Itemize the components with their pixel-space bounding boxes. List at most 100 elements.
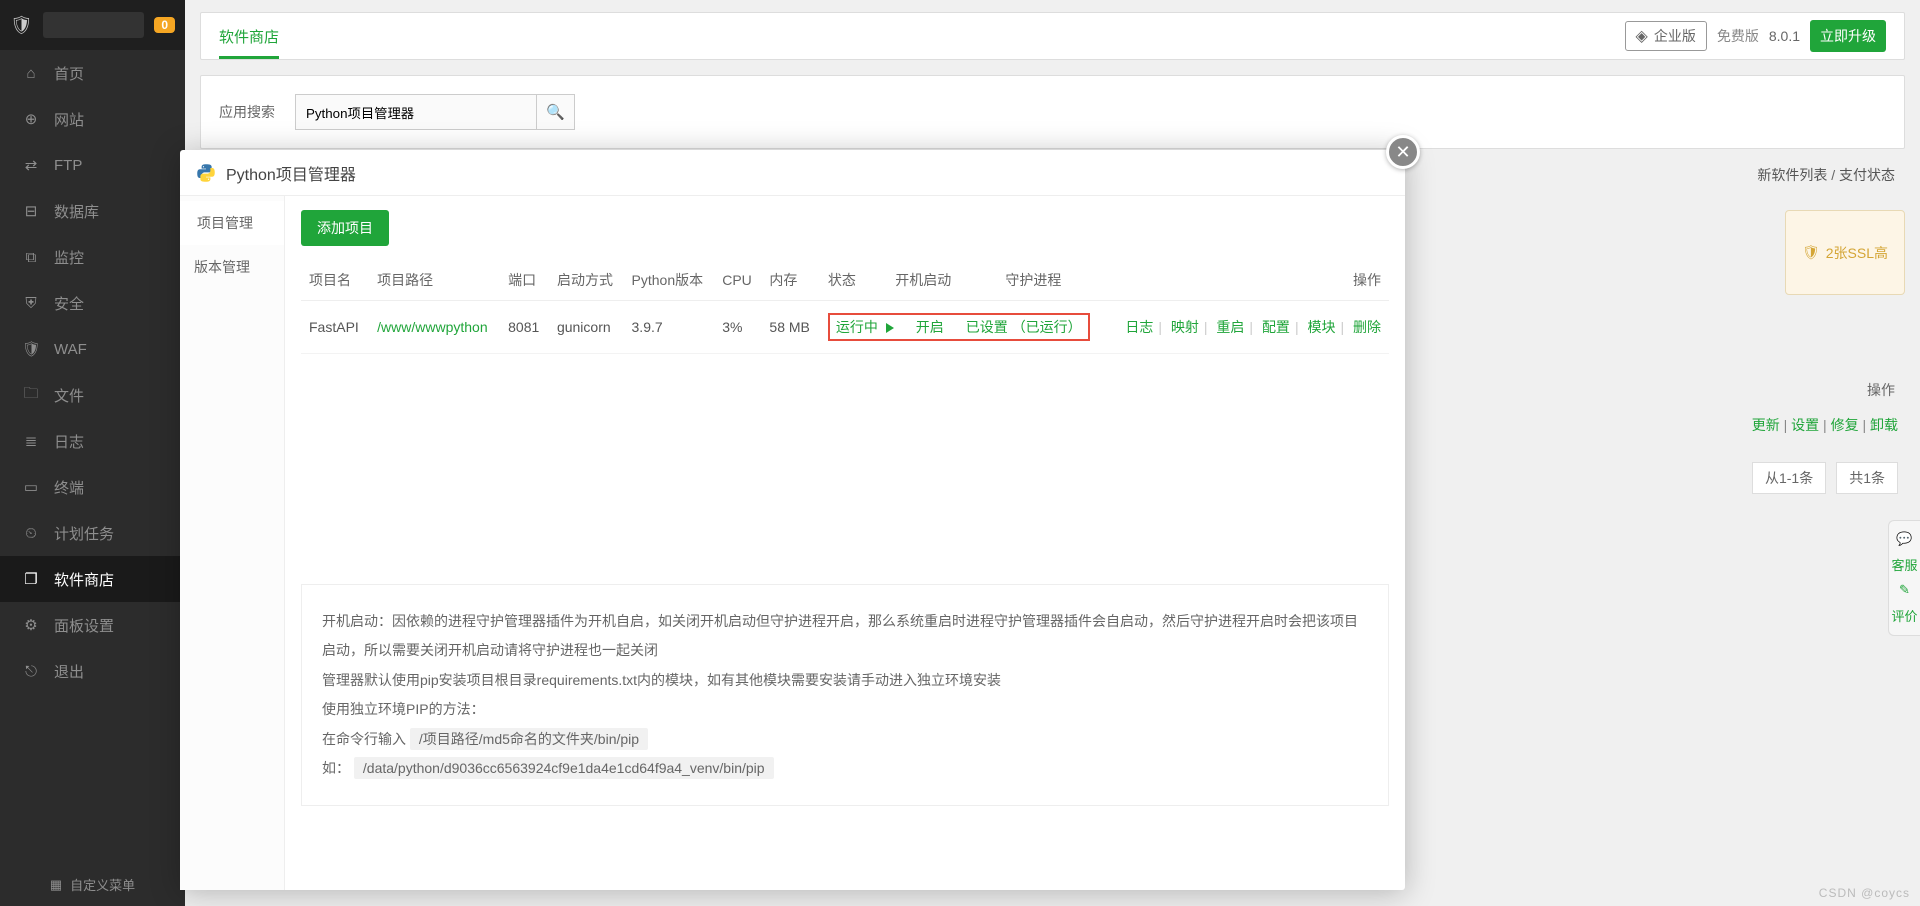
support-label[interactable]: 客服	[1891, 555, 1917, 574]
sidebar-item-12[interactable]: ⚙面板设置	[0, 602, 185, 648]
add-project-button[interactable]: 添加项目	[301, 210, 389, 246]
sidebar-item-5[interactable]: ⛨ 安全	[0, 280, 185, 326]
upgrade-button[interactable]: 立即升级	[1810, 20, 1886, 52]
info-line3: 使用独立环境PIP的方法：	[322, 695, 1368, 724]
op-map[interactable]: 映射	[1171, 319, 1199, 335]
sidebar-item-8[interactable]: ≣日志	[0, 418, 185, 464]
side-links: 新软件列表 / 支付状态	[1757, 165, 1895, 185]
info-line4: 在命令行输入 /项目路径/md5命名的文件夹/bin/pip	[322, 725, 1368, 754]
th-start: 启动方式	[549, 260, 624, 301]
diamond-icon: ◈	[1636, 26, 1648, 46]
op-log[interactable]: 日志	[1125, 319, 1153, 335]
daemon-set[interactable]: 已设置 （已运行）	[966, 317, 1082, 337]
sidebar-item-11[interactable]: ❐软件商店	[0, 556, 185, 602]
setting-link[interactable]: 设置	[1791, 417, 1819, 433]
nav-icon: ▭	[22, 478, 40, 496]
refresh-list-link[interactable]: 新软件列表	[1757, 167, 1827, 183]
nav-icon: ≣	[22, 432, 40, 450]
table-row: FastAPI /www/wwwpython 8081 gunicorn 3.9…	[301, 301, 1389, 354]
ssl-card[interactable]: 🛡 2张SSL高	[1785, 210, 1905, 295]
sidebar-item-6[interactable]: 🛡 WAF	[0, 326, 185, 372]
th-mem: 内存	[761, 260, 819, 301]
uninstall-link[interactable]: 卸载	[1870, 417, 1898, 433]
cell-ops: 日志| 映射| 重启| 配置| 模块| 删除	[1108, 301, 1389, 354]
pager: 从1-1条 共1条	[1752, 462, 1898, 494]
modal-tab-1[interactable]: 版本管理	[180, 245, 284, 289]
sidebar-item-10[interactable]: ⏲计划任务	[0, 510, 185, 556]
sidebar: 🛡 0 ⌂首页⊕网站⇄FTP⊟数据库⧉监控⛨安全🛡WAF🗀文件≣日志▭终端⏲计划…	[0, 0, 185, 906]
op-restart[interactable]: 重启	[1216, 319, 1244, 335]
cell-status-group: 运行中 开启 已设置 （已运行）	[820, 301, 1108, 354]
update-link[interactable]: 更新	[1752, 417, 1780, 433]
th-op: 操作	[1108, 260, 1389, 301]
nav-label: 网站	[54, 109, 84, 130]
nav-icon: ⛨	[22, 295, 40, 312]
cell-path[interactable]: /www/wwwpython	[369, 301, 500, 354]
sidebar-item-2[interactable]: ⇄FTP	[0, 142, 185, 188]
repair-link[interactable]: 修复	[1831, 417, 1859, 433]
projects-table: 项目名 项目路径 端口 启动方式 Python版本 CPU 内存 状态 开机启动…	[301, 260, 1389, 354]
search-button[interactable]: 🔍	[536, 95, 574, 129]
th-daemon: 守护进程	[997, 260, 1107, 301]
sidebar-item-0[interactable]: ⌂ 首页	[0, 50, 185, 96]
cell-name: FastAPI	[301, 301, 369, 354]
code-path-template: /项目路径/md5命名的文件夹/bin/pip	[410, 728, 648, 750]
th-path: 项目路径	[369, 260, 500, 301]
nav-icon: 🛡	[22, 340, 40, 358]
modal-main: 添加项目 项目名 项目路径 端口 启动方式 Python版本 CPU 内存 状态…	[285, 196, 1405, 890]
close-icon: ✕	[1395, 142, 1410, 163]
review-label[interactable]: 评价	[1891, 606, 1917, 625]
sidebar-item-9[interactable]: ▭ 终端	[0, 464, 185, 510]
sidebar-item-1[interactable]: ⊕网站	[0, 96, 185, 142]
sidebar-item-13[interactable]: ⎋退出	[0, 648, 185, 694]
nav-icon: ⎋	[22, 663, 40, 680]
nav-icon: ⏲	[22, 525, 40, 542]
custom-menu[interactable]: ▦ 自定义菜单	[0, 875, 185, 894]
payment-status-link[interactable]: 支付状态	[1839, 167, 1895, 183]
info-line1: 开机启动：因依赖的进程守护管理器插件为开机自启，如关闭开机启动但守护进程开启，那…	[322, 607, 1368, 666]
highlight-box: 运行中 开启 已设置 （已运行）	[828, 313, 1090, 341]
nav-label: 安全	[54, 293, 84, 314]
search-input[interactable]	[296, 95, 536, 129]
server-name-masked	[43, 12, 144, 38]
cell-port: 8081	[500, 301, 549, 354]
th-cpu: CPU	[714, 260, 761, 301]
play-icon	[886, 323, 894, 333]
sidebar-item-7[interactable]: 🗀文件	[0, 372, 185, 418]
nav-label: 监控	[54, 247, 84, 268]
nav-label: 首页	[54, 63, 84, 84]
op-delete[interactable]: 删除	[1353, 319, 1381, 335]
nav-label: 数据库	[54, 201, 99, 222]
code-path-example: /data/python/d9036cc6563924cf9e1da4e1cd6…	[354, 757, 774, 779]
cell-pyver: 3.9.7	[624, 301, 715, 354]
search-label: 应用搜索	[219, 102, 275, 122]
edit-icon[interactable]: ✎	[1899, 582, 1910, 598]
enterprise-badge[interactable]: ◈ 企业版	[1625, 21, 1707, 51]
nav-label: 软件商店	[54, 569, 114, 590]
sidebar-item-3[interactable]: ⊟数据库	[0, 188, 185, 234]
op-header: 操作	[1867, 380, 1895, 400]
nav-icon: ⌂	[22, 65, 40, 82]
modal-tab-0[interactable]: 项目管理	[180, 201, 284, 245]
nav-label: WAF	[54, 341, 87, 358]
op-config[interactable]: 配置	[1262, 319, 1290, 335]
chat-icon[interactable]: 💬	[1896, 531, 1912, 547]
status-running[interactable]: 运行中	[836, 317, 894, 337]
sidebar-item-4[interactable]: ⧉ 监控	[0, 234, 185, 280]
notification-badge[interactable]: 0	[154, 17, 175, 33]
close-button[interactable]: ✕	[1386, 135, 1420, 169]
python-icon	[196, 163, 216, 183]
tab-software-store[interactable]: 软件商店	[219, 13, 279, 59]
watermark: CSDN @coycs	[1819, 886, 1910, 900]
nav-icon: ⧉	[22, 249, 40, 266]
cell-start: gunicorn	[549, 301, 624, 354]
nav-icon: ⚙	[22, 616, 40, 634]
boot-on[interactable]: 开启	[916, 317, 944, 337]
nav-label: 终端	[54, 477, 84, 498]
op-module[interactable]: 模块	[1307, 319, 1335, 335]
python-manager-modal: Python项目管理器 ✕ 项目管理版本管理 添加项目 项目名 项目路径 端口 …	[180, 150, 1405, 890]
info-line2: 管理器默认使用pip安装项目根目录requirements.txt内的模块，如有…	[322, 666, 1368, 695]
search-icon: 🔍	[546, 104, 565, 121]
search-row: 应用搜索 🔍	[200, 75, 1905, 149]
cell-cpu: 3%	[714, 301, 761, 354]
